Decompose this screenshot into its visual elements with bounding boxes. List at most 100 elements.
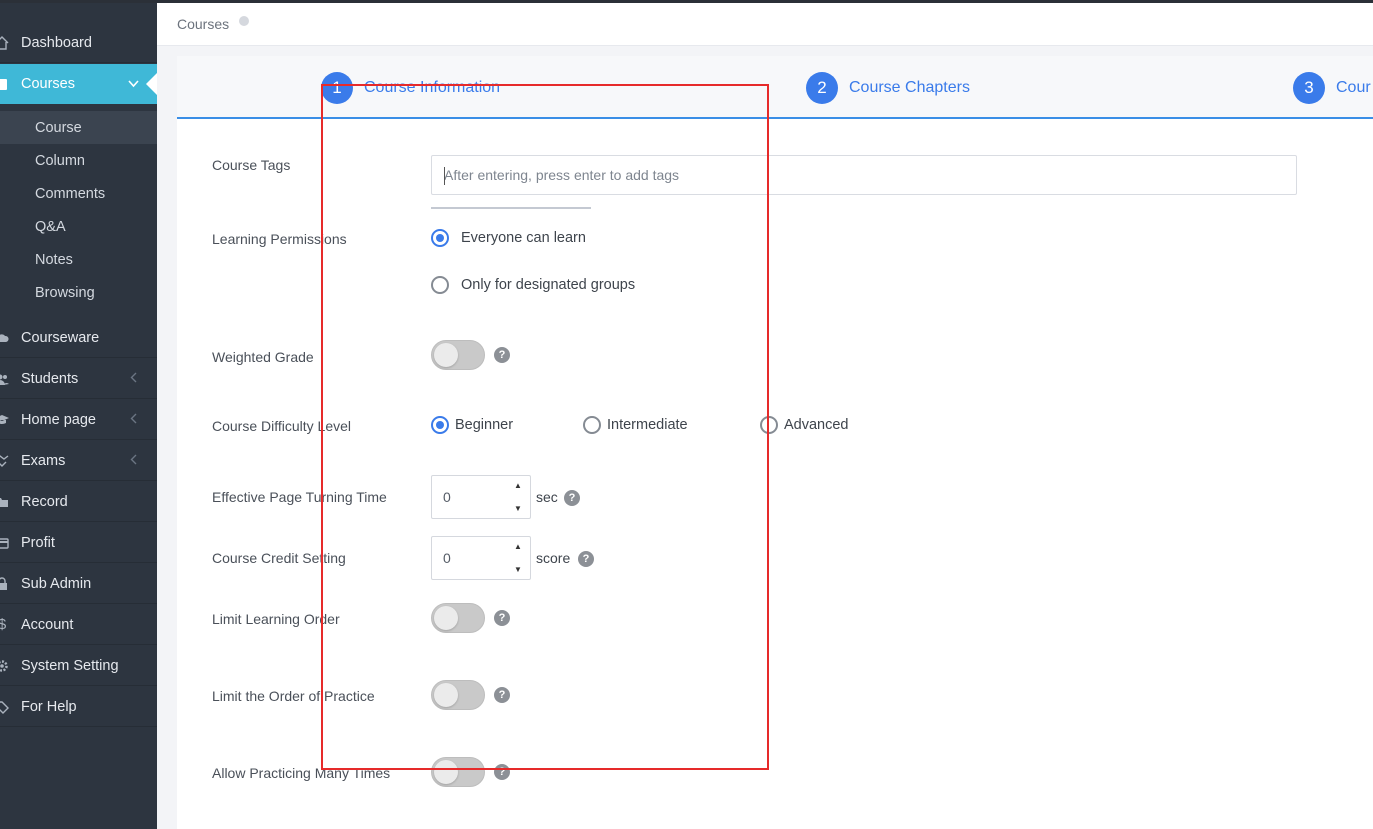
step-label: Course Information (364, 79, 501, 96)
book-icon (0, 76, 10, 92)
step-number: 2 (806, 72, 838, 104)
step-course-third[interactable]: 3 Cour (1293, 72, 1371, 104)
step-course-information[interactable]: 1 Course Information (321, 72, 500, 104)
toggle-knob (434, 343, 458, 367)
sidebar-item-profit[interactable]: Profit (0, 523, 157, 563)
top-header: Courses (157, 3, 1373, 46)
steps-bar: 1 Course Information 2 Course Chapters 3… (177, 56, 1373, 119)
radio-circle (760, 416, 778, 434)
step-number: 1 (321, 72, 353, 104)
page-turning-time-label: Effective Page Turning Time (212, 489, 387, 505)
toggle-knob (434, 760, 458, 784)
limit-practice-order-label: Limit the Order of Practice (212, 688, 375, 704)
sidebar-subitem-label: Browsing (35, 284, 95, 301)
graduation-cap-icon (0, 412, 10, 428)
help-icon[interactable]: ? (494, 764, 510, 780)
sidebar-item-label: For Help (21, 698, 77, 715)
sidebar: Dashboard Courses Course Column Comments… (0, 0, 157, 829)
sidebar-item-label: Home page (21, 411, 96, 428)
sidebar-item-label: System Setting (21, 657, 119, 674)
step-label: Course Chapters (849, 79, 970, 96)
learning-permissions-label: Learning Permissions (212, 231, 347, 247)
sidebar-subitem-notes[interactable]: Notes (0, 243, 157, 276)
sidebar-item-home-page[interactable]: Home page (0, 400, 157, 440)
active-indicator (146, 73, 157, 95)
sidebar-item-courses[interactable]: Courses (0, 64, 157, 104)
limit-learning-order-toggle[interactable] (431, 603, 485, 633)
credit-card-icon (0, 535, 10, 551)
chevron-left-icon (130, 413, 137, 427)
limit-practice-order-toggle[interactable] (431, 680, 485, 710)
sidebar-subitem-label: Course (35, 119, 82, 136)
sidebar-item-students[interactable]: Students (0, 359, 157, 399)
help-icon[interactable]: ? (564, 490, 580, 506)
radio-label: Beginner (455, 417, 514, 433)
home-icon (0, 35, 10, 51)
radio-circle-checked (431, 416, 449, 434)
step-number: 3 (1293, 72, 1325, 104)
chevron-left-icon (130, 454, 137, 468)
radio-label: Advanced (784, 417, 849, 433)
sidebar-item-exams[interactable]: Exams (0, 441, 157, 481)
tag-icon (0, 699, 10, 715)
sidebar-item-label: Account (21, 616, 74, 633)
radio-label: Everyone can learn (461, 230, 586, 246)
toggle-knob (434, 683, 458, 707)
sidebar-item-sub-admin[interactable]: Sub Admin (0, 564, 157, 604)
breadcrumb[interactable]: Courses (177, 16, 229, 32)
stepper-up-icon[interactable]: ▲ (514, 542, 524, 551)
radio-circle (431, 276, 449, 294)
course-tags-placeholder: After entering, press enter to add tags (444, 167, 680, 183)
course-tags-input[interactable]: After entering, press enter to add tags (431, 155, 1297, 195)
stepper-down-icon[interactable]: ▼ (514, 565, 524, 574)
stepper-up-icon[interactable]: ▲ (514, 481, 524, 490)
radio-everyone-can-learn[interactable]: Everyone can learn (431, 229, 586, 247)
radio-intermediate[interactable]: Intermediate (583, 416, 688, 434)
sidebar-item-label: Sub Admin (21, 575, 92, 592)
step-course-chapters[interactable]: 2 Course Chapters (806, 72, 970, 104)
sidebar-item-label: Students (21, 370, 79, 387)
sidebar-item-label: Profit (21, 534, 55, 551)
stepper-down-icon[interactable]: ▼ (514, 504, 524, 513)
sidebar-item-record[interactable]: Record (0, 482, 157, 522)
handshake-icon (0, 453, 10, 469)
top-strip (0, 0, 1373, 3)
sidebar-subitem-column[interactable]: Column (0, 144, 157, 177)
radio-advanced[interactable]: Advanced (760, 416, 849, 434)
help-icon[interactable]: ? (494, 347, 510, 363)
stepper-arrows[interactable]: ▲ ▼ (514, 542, 524, 574)
sidebar-item-courseware[interactable]: Courseware (0, 318, 157, 358)
sidebar-subitem-comments[interactable]: Comments (0, 177, 157, 210)
course-tags-label: Course Tags (212, 157, 291, 173)
sidebar-subitem-label: Notes (35, 251, 73, 268)
sidebar-item-label: Courseware (21, 329, 100, 346)
radio-beginner[interactable]: Beginner (431, 416, 513, 434)
sidebar-item-account[interactable]: $ Account (0, 605, 157, 645)
help-icon[interactable]: ? (494, 610, 510, 626)
radio-designated-groups[interactable]: Only for designated groups (431, 276, 635, 294)
course-credit-input[interactable]: 0 ▲ ▼ (431, 536, 531, 580)
sidebar-subitem-label: Comments (35, 185, 106, 202)
sidebar-subitem-browsing[interactable]: Browsing (0, 276, 157, 309)
breadcrumb-close-dot[interactable] (239, 16, 249, 26)
cloud-icon (0, 330, 10, 346)
radio-circle-checked (431, 229, 449, 247)
unit-score: score (536, 550, 571, 566)
sidebar-item-for-help[interactable]: For Help (0, 687, 157, 727)
help-icon[interactable]: ? (494, 687, 510, 703)
unit-sec: sec (536, 489, 558, 505)
page-turning-time-input[interactable]: 0 ▲ ▼ (431, 475, 531, 519)
sidebar-item-system-setting[interactable]: System Setting (0, 646, 157, 686)
allow-practice-many-toggle[interactable] (431, 757, 485, 787)
sidebar-item-dashboard[interactable]: Dashboard (0, 23, 157, 63)
folder-icon (0, 494, 10, 510)
weighted-grade-label: Weighted Grade (212, 349, 314, 365)
sidebar-subitem-qa[interactable]: Q&A (0, 210, 157, 243)
sidebar-subitem-label: Q&A (35, 218, 66, 235)
weighted-grade-toggle[interactable] (431, 340, 485, 370)
difficulty-label: Course Difficulty Level (212, 418, 352, 434)
help-icon[interactable]: ? (578, 551, 594, 567)
sidebar-subitem-course[interactable]: Course (0, 111, 157, 144)
stepper-arrows[interactable]: ▲ ▼ (514, 481, 524, 513)
allow-practice-many-label: Allow Practicing Many Times (212, 765, 391, 781)
